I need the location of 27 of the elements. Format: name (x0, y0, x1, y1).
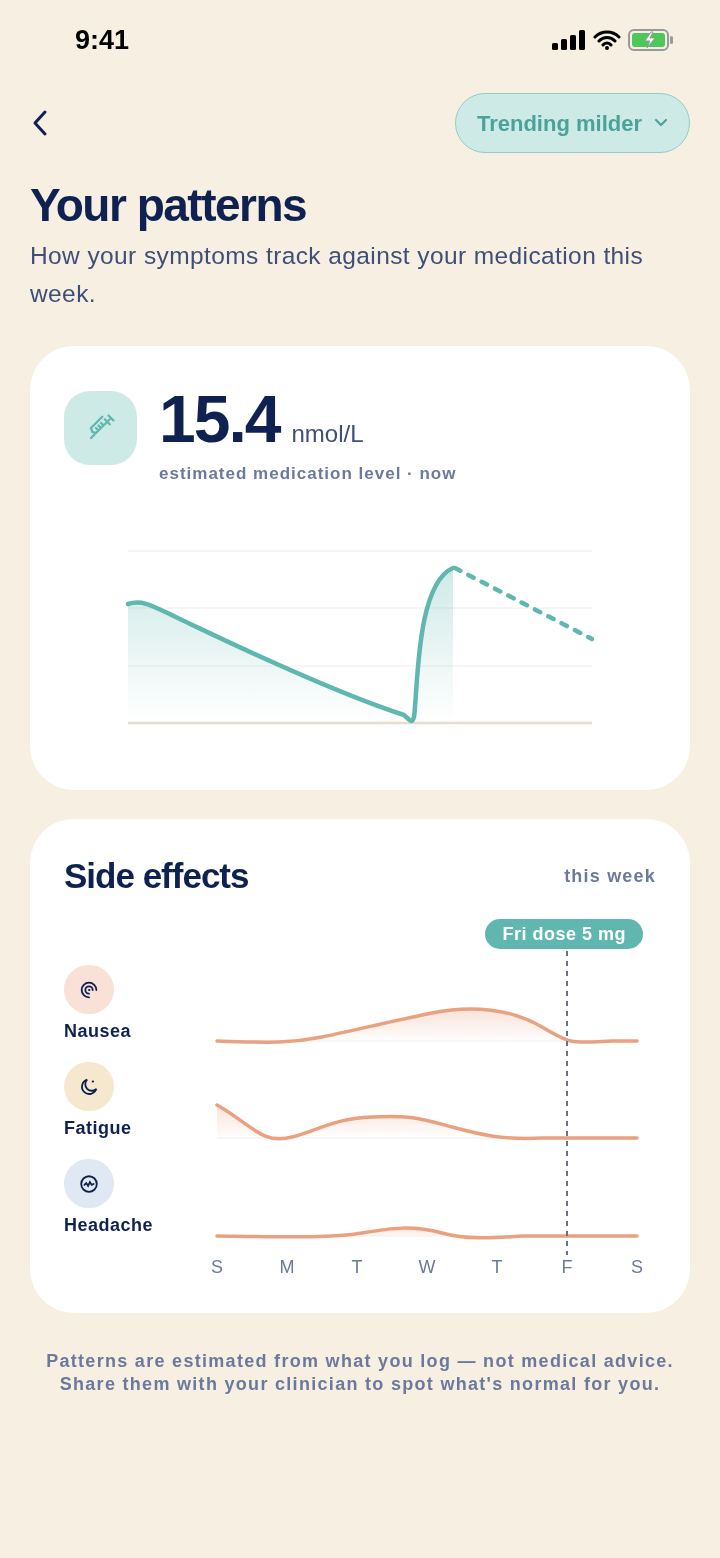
wifi-icon (593, 30, 621, 50)
symptom-label: Headache (64, 1214, 155, 1236)
day-label: S (210, 1256, 224, 1278)
page-title: Your patterns (30, 178, 308, 233)
symptom-label: Fatigue (64, 1117, 133, 1139)
dose-marker-label: Fri dose 5 mg (485, 919, 643, 949)
section-title: Side effects (64, 855, 249, 897)
day-label: M (278, 1256, 296, 1278)
filter-dropdown[interactable]: Trending milder (454, 93, 690, 153)
day-label: F (560, 1256, 574, 1278)
disclaimer-text: Patterns are estimated from what you log — not medical advice. Share them with your clinician to spot what's normal for you. (46, 1350, 674, 1396)
medication-caption: estimated medication level · now (159, 463, 457, 485)
battery-charging-icon (628, 29, 674, 51)
day-label: T (350, 1256, 364, 1278)
symptom-label: Nausea (64, 1020, 133, 1042)
status-time: 9:41 (75, 23, 130, 57)
syringe-icon (64, 391, 137, 465)
medication-unit: nmol/L (291, 419, 364, 449)
chevron-down-icon (654, 118, 668, 128)
day-label: S (630, 1256, 644, 1278)
day-label: W (417, 1256, 437, 1278)
pulse-circle-icon (78, 1172, 100, 1195)
medication-value: 15.4 (159, 381, 280, 457)
period-label: this week (564, 864, 656, 888)
signal-icon (552, 30, 586, 50)
day-label: T (490, 1256, 504, 1278)
page-subtitle: How your symptoms track against your medication this week. (30, 241, 645, 309)
